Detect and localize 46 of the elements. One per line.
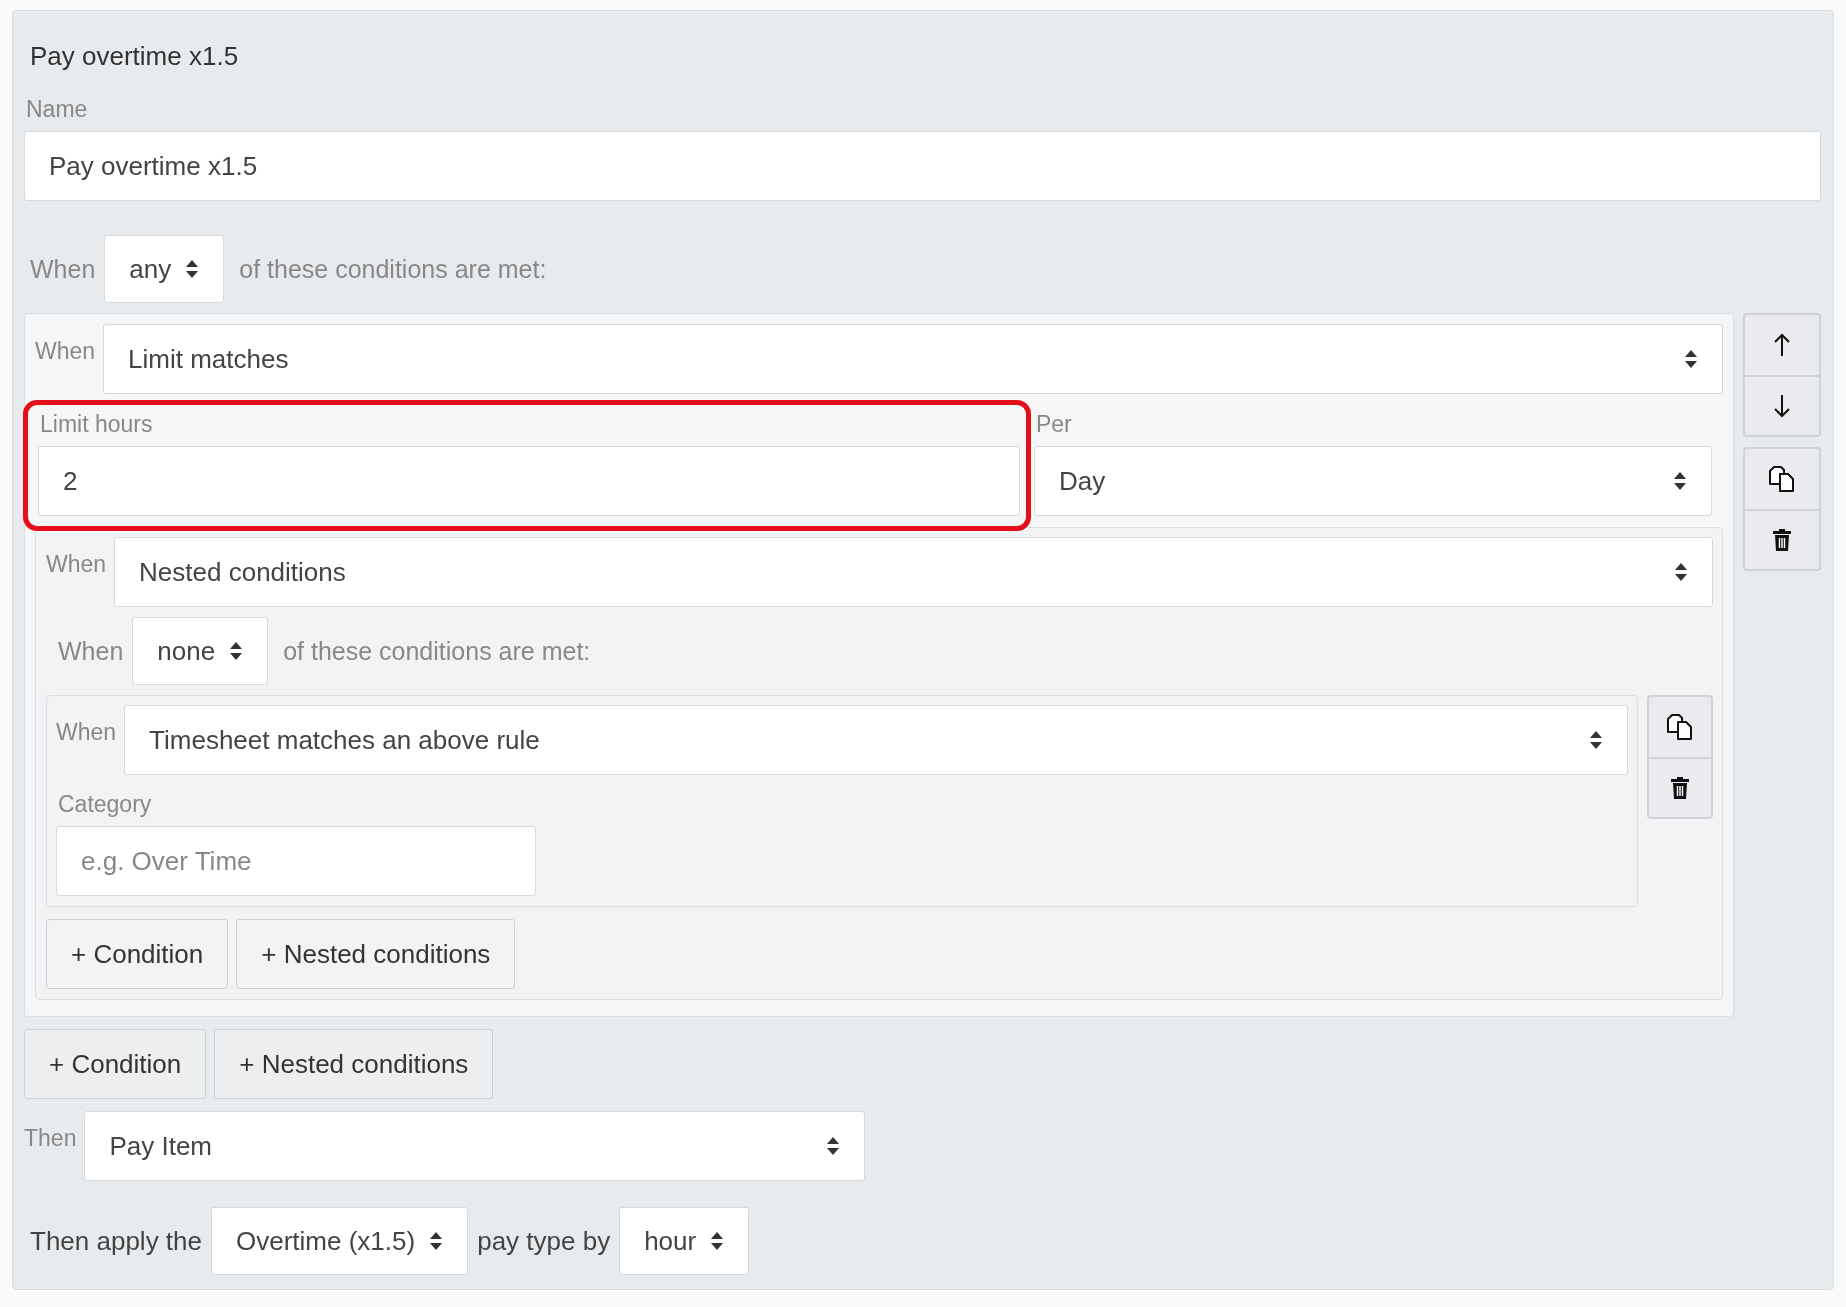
sort-caret-icon (826, 1136, 840, 1156)
copy-icon (1666, 713, 1694, 741)
text-field[interactable]: 2 (38, 446, 1020, 516)
when-label: When (57, 636, 124, 666)
dropdown-select[interactable]: Timesheet matches an above rule (124, 705, 1628, 775)
apply-text: Then apply the (29, 1225, 202, 1257)
dropdown-select[interactable]: Limit matches (103, 324, 1723, 394)
conditions-text: of these conditions are met: (238, 254, 547, 284)
dropdown-select[interactable]: Day (1033, 446, 1712, 516)
dropdown-select[interactable]: Overtime (x1.5) (211, 1207, 469, 1275)
conditions-text: of these conditions are met: (282, 636, 591, 666)
dropdown-select[interactable]: Nested conditions (114, 537, 1713, 607)
sort-caret-icon (429, 1231, 444, 1251)
when-label: When (56, 718, 117, 746)
field-label: Per (1035, 411, 1073, 438)
arrow-up-icon (1773, 333, 1791, 357)
sort-caret-icon (710, 1231, 725, 1251)
when-label: When (35, 337, 96, 365)
add-button[interactable]: + Condition (24, 1029, 207, 1099)
when-label: When (46, 550, 107, 578)
add-button[interactable]: + Nested conditions (214, 1029, 494, 1099)
name-field[interactable]: Pay overtime x1.5 (24, 131, 1821, 201)
dropdown-select[interactable]: hour (619, 1207, 750, 1275)
sort-caret-icon (229, 641, 244, 661)
add-button[interactable]: + Nested conditions (236, 919, 516, 989)
sort-caret-icon (1589, 730, 1603, 750)
sort-caret-icon (1684, 349, 1698, 369)
copy-icon (1768, 465, 1796, 493)
then-label: Then (24, 1124, 77, 1152)
sort-caret-icon (185, 259, 200, 279)
apply-text: pay type by (477, 1225, 611, 1257)
rule-title: Pay overtime x1.5 (30, 41, 240, 72)
text-field[interactable]: e.g. Over Time (56, 826, 536, 896)
add-button[interactable]: + Condition (46, 919, 229, 989)
dropdown-select[interactable]: any (104, 235, 225, 303)
trash-icon (1772, 528, 1792, 552)
sort-caret-icon (1673, 471, 1687, 491)
field-label: Limit hours (40, 411, 154, 438)
dropdown-select[interactable]: none (132, 617, 269, 685)
arrow-down-icon (1773, 394, 1791, 418)
field-label: Category (58, 791, 153, 818)
when-label: When (29, 254, 96, 284)
sort-caret-icon (1674, 562, 1688, 582)
dropdown-select[interactable]: Pay Item (84, 1111, 865, 1181)
trash-icon (1670, 776, 1690, 800)
field-label: Name (26, 96, 89, 123)
